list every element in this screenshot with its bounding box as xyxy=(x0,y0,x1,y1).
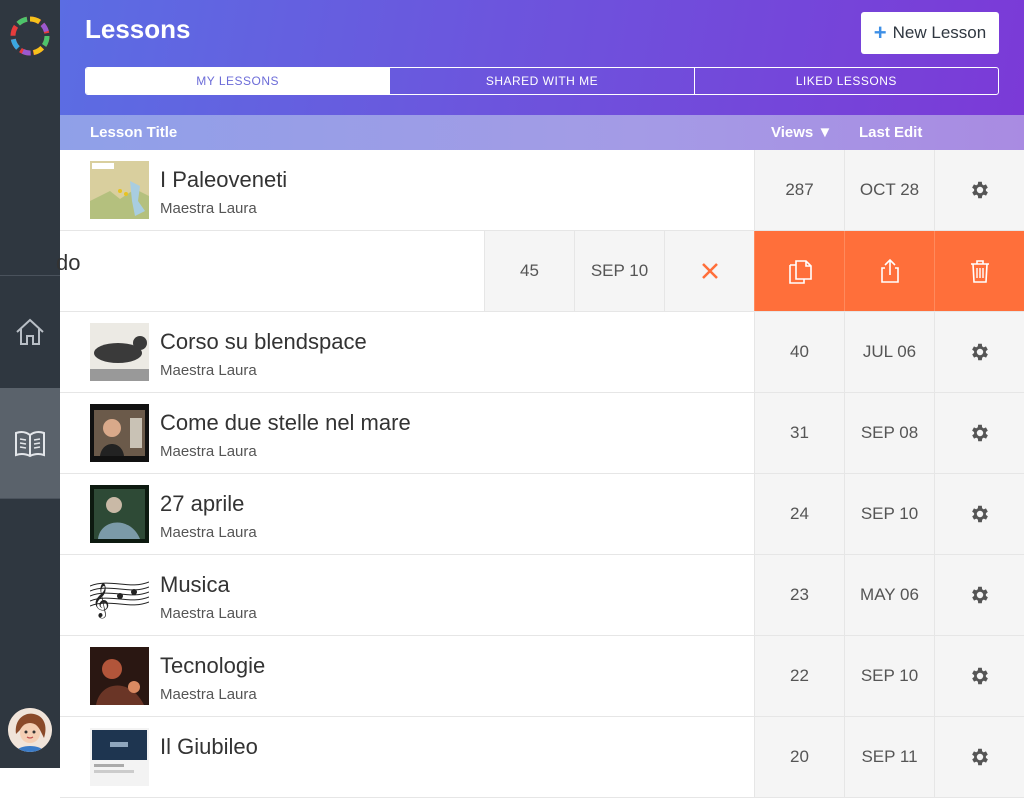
lesson-views: 287 xyxy=(754,150,844,230)
column-views-label: Views xyxy=(771,124,814,141)
lesson-title[interactable]: Corso su blendspace xyxy=(160,329,367,355)
close-icon xyxy=(701,263,718,279)
svg-text:𝄞: 𝄞 xyxy=(92,583,110,619)
lesson-tabs: MY LESSONS SHARED WITH ME LIKED LESSONS xyxy=(85,67,999,95)
lesson-last-edit: MAY 06 xyxy=(844,555,934,635)
lesson-title[interactable]: I Paleoveneti xyxy=(160,167,287,193)
lesson-thumbnail xyxy=(90,404,149,462)
close-swipe-button[interactable] xyxy=(664,231,754,311)
lesson-settings-button[interactable] xyxy=(934,474,1024,554)
lesson-views: 23 xyxy=(754,555,844,635)
lesson-settings-button[interactable] xyxy=(934,150,1024,230)
table-row[interactable]: 27 aprile Maestra Laura 24 SEP 10 xyxy=(60,474,1024,555)
new-lesson-label: New Lesson xyxy=(892,23,987,42)
sidebar-divider xyxy=(0,275,60,276)
table-row[interactable]: Il Giubileo 20 SEP 11 xyxy=(60,717,1024,798)
table-row[interactable]: 𝄞 Musica Maestra Laura 23 MAY 06 xyxy=(60,555,1024,636)
copy-icon xyxy=(788,260,812,284)
lesson-last-edit: SEP 08 xyxy=(844,393,934,473)
lesson-settings-button[interactable] xyxy=(934,312,1024,392)
gear-icon xyxy=(971,505,988,523)
page-title: Lessons xyxy=(85,14,191,44)
lesson-title[interactable]: do xyxy=(56,250,80,276)
lesson-author: Maestra Laura xyxy=(160,200,257,217)
lesson-views: 22 xyxy=(754,636,844,716)
column-lesson-title: Lesson Title xyxy=(90,124,178,141)
gear-icon xyxy=(971,181,988,199)
header: Lessons + New Lesson MY LESSONS SHARED W… xyxy=(60,0,1024,115)
lesson-views: 31 xyxy=(754,393,844,473)
lesson-author: Maestra Laura xyxy=(160,524,257,541)
gear-icon xyxy=(971,424,988,442)
lesson-last-edit: JUL 06 xyxy=(844,312,934,392)
lesson-views: 40 xyxy=(754,312,844,392)
lesson-last-edit: SEP 10 xyxy=(844,636,934,716)
plus-icon: + xyxy=(873,20,887,45)
column-views[interactable]: Views ▼ xyxy=(771,124,832,141)
lesson-thumbnail xyxy=(90,647,149,705)
lesson-last-edit: OCT 28 xyxy=(844,150,934,230)
lesson-settings-button[interactable] xyxy=(934,555,1024,635)
sidebar-item-lessons[interactable] xyxy=(0,388,60,498)
gear-icon xyxy=(971,748,988,766)
avatar-image xyxy=(8,708,52,752)
sidebar-item-home[interactable] xyxy=(0,277,60,387)
trash-icon xyxy=(970,260,989,283)
tab-shared-with-me[interactable]: SHARED WITH ME xyxy=(389,68,693,94)
lesson-views: 24 xyxy=(754,474,844,554)
lesson-title[interactable]: Come due stelle nel mare xyxy=(160,410,411,436)
tab-liked-lessons[interactable]: LIKED LESSONS xyxy=(693,68,998,94)
lesson-author: Maestra Laura xyxy=(160,605,257,622)
lesson-thumbnail xyxy=(90,161,149,219)
table-row[interactable]: Come due stelle nel mare Maestra Laura 3… xyxy=(60,393,1024,474)
lesson-views: 20 xyxy=(754,717,844,797)
table-row[interactable]: I Paleoveneti Maestra Laura 287 OCT 28 xyxy=(60,150,1024,231)
sort-desc-icon: ▼ xyxy=(817,124,833,141)
column-last-edit[interactable]: Last Edit xyxy=(859,124,922,141)
copy-lesson-button[interactable] xyxy=(754,231,844,311)
lesson-settings-button[interactable] xyxy=(934,393,1024,473)
table-row-swiped[interactable]: do 45 SEP 10 xyxy=(56,231,1024,312)
new-lesson-button[interactable]: + New Lesson xyxy=(861,12,999,54)
app-logo[interactable] xyxy=(8,14,52,58)
lesson-last-edit: SEP 10 xyxy=(574,231,664,311)
table-row[interactable]: Corso su blendspace Maestra Laura 40 JUL… xyxy=(60,312,1024,393)
gear-icon xyxy=(971,586,988,604)
lesson-title[interactable]: Il Giubileo xyxy=(160,734,258,760)
lesson-author: Maestra Laura xyxy=(160,443,257,460)
lesson-settings-button[interactable] xyxy=(934,717,1024,797)
lesson-title[interactable]: Tecnologie xyxy=(160,653,265,679)
share-icon xyxy=(880,258,899,283)
lesson-thumbnail xyxy=(90,728,149,786)
lesson-settings-button[interactable] xyxy=(934,636,1024,716)
lesson-thumbnail: 𝄞 xyxy=(90,566,149,624)
delete-lesson-button[interactable] xyxy=(934,231,1024,311)
lesson-title[interactable]: 27 aprile xyxy=(160,491,244,517)
gear-icon xyxy=(971,667,988,685)
lesson-views: 45 xyxy=(484,231,574,311)
home-icon xyxy=(16,318,44,345)
lesson-author: Maestra Laura xyxy=(160,686,257,703)
share-lesson-button[interactable] xyxy=(844,231,934,311)
avatar[interactable] xyxy=(8,708,52,752)
sidebar xyxy=(0,0,60,768)
lesson-title[interactable]: Musica xyxy=(160,572,230,598)
column-header: Lesson Title Views ▼ Last Edit xyxy=(60,115,1024,150)
tab-my-lessons[interactable]: MY LESSONS xyxy=(86,68,390,94)
lesson-last-edit: SEP 10 xyxy=(844,474,934,554)
lesson-thumbnail xyxy=(90,485,149,543)
lesson-author: Maestra Laura xyxy=(160,362,257,379)
table-row[interactable]: Tecnologie Maestra Laura 22 SEP 10 xyxy=(60,636,1024,717)
lesson-thumbnail xyxy=(90,323,149,381)
gear-icon xyxy=(971,343,988,361)
lesson-last-edit: SEP 11 xyxy=(844,717,934,797)
sidebar-divider xyxy=(0,498,60,499)
book-icon xyxy=(15,430,45,458)
